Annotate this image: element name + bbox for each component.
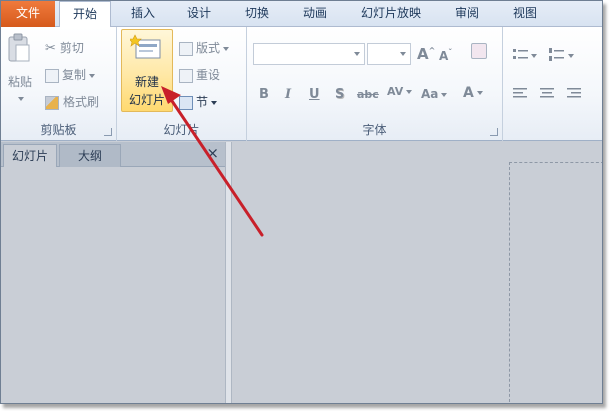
tab-home[interactable]: 开始 xyxy=(59,1,111,28)
font-color-label: A xyxy=(463,85,474,101)
layout-icon xyxy=(179,41,193,56)
layout-button[interactable]: 版式 xyxy=(179,39,230,56)
font-color-button[interactable]: A xyxy=(463,85,483,101)
paragraph-group xyxy=(503,27,602,141)
align-right-icon[interactable] xyxy=(565,87,581,101)
close-pane-icon[interactable]: × xyxy=(206,146,219,161)
cut-label: 剪切 xyxy=(59,41,84,55)
ribbon: 粘贴 ✂ 剪切 复制 格式刷 剪贴板 新建 幻灯片 版式 重设 节 幻灯片 A^… xyxy=(1,27,602,141)
section-button[interactable]: 节 xyxy=(179,93,218,110)
slides-group: 新建 幻灯片 版式 重设 节 幻灯片 xyxy=(117,27,247,141)
clipboard-group-label: 剪贴板 xyxy=(40,123,77,137)
font-group-label: 字体 xyxy=(362,123,387,137)
format-painter-label: 格式刷 xyxy=(63,95,100,109)
ribbon-tab-bar: 文件 开始 插入 设计 切换 动画 幻灯片放映 审阅 视图 xyxy=(1,1,602,28)
section-icon xyxy=(179,95,193,110)
paste-button[interactable]: 粘贴 xyxy=(5,33,33,105)
format-painter-icon xyxy=(45,95,59,110)
align-left-icon[interactable] xyxy=(513,87,529,101)
numbering-icon[interactable] xyxy=(549,47,575,63)
font-dialog-launcher[interactable] xyxy=(490,128,498,136)
character-spacing-label: AV xyxy=(387,85,404,98)
tab-transitions[interactable]: 切换 xyxy=(235,1,279,27)
clear-format-icon xyxy=(471,43,487,59)
font-name-dropdown[interactable] xyxy=(253,43,365,65)
bold-button[interactable]: B xyxy=(259,87,269,102)
new-slide-button[interactable]: 新建 幻灯片 xyxy=(121,29,173,112)
change-case-button[interactable]: Aa xyxy=(421,87,448,101)
cut-icon: ✂ xyxy=(45,41,56,56)
reset-label: 重设 xyxy=(196,68,221,82)
tab-review[interactable]: 审阅 xyxy=(445,1,489,27)
italic-button[interactable]: I xyxy=(285,87,291,102)
powerpoint-window: 文件 开始 插入 设计 切换 动画 幻灯片放映 审阅 视图 粘贴 ✂ 剪切 复制… xyxy=(0,0,603,404)
paste-label: 粘贴 xyxy=(7,75,32,89)
align-center-icon[interactable] xyxy=(539,87,555,101)
slides-group-label: 幻灯片 xyxy=(163,123,200,137)
section-label: 节 xyxy=(196,95,209,109)
format-painter-button[interactable]: 格式刷 xyxy=(45,93,99,110)
clear-format-button[interactable] xyxy=(471,43,487,59)
tab-animations[interactable]: 动画 xyxy=(293,1,337,27)
cut-button[interactable]: ✂ 剪切 xyxy=(45,39,84,56)
tab-slideshow[interactable]: 幻灯片放映 xyxy=(351,1,431,27)
paste-dropdown-caret[interactable] xyxy=(15,91,24,105)
tab-file[interactable]: 文件 xyxy=(1,1,55,27)
font-size-dropdown[interactable] xyxy=(367,43,411,65)
copy-icon xyxy=(45,68,59,83)
strikethrough-button[interactable]: abc xyxy=(357,88,379,101)
layout-label: 版式 xyxy=(196,41,221,55)
tab-outline-pane[interactable]: 大纲 xyxy=(59,144,121,167)
bullets-icon[interactable] xyxy=(513,47,537,63)
reset-icon xyxy=(179,68,193,83)
tab-view[interactable]: 视图 xyxy=(503,1,547,27)
shrink-font-label: A xyxy=(439,49,449,63)
clipboard-group: 粘贴 ✂ 剪切 复制 格式刷 剪贴板 xyxy=(1,27,117,141)
new-slide-label-line1: 新建 xyxy=(134,75,159,89)
reset-button[interactable]: 重设 xyxy=(179,66,220,83)
slide-placeholder-edge xyxy=(509,162,602,403)
tab-insert[interactable]: 插入 xyxy=(121,1,165,27)
shrink-font-button[interactable]: Aˇ xyxy=(439,48,452,63)
new-slide-icon xyxy=(130,34,161,59)
pane-tab-strip: 幻灯片 大纲 × xyxy=(1,142,225,167)
copy-label: 复制 xyxy=(62,68,87,82)
font-group: A^ Aˇ B I U S abc AV Aa A 字体 xyxy=(247,27,503,141)
tab-slides-pane[interactable]: 幻灯片 xyxy=(3,144,57,167)
character-spacing-button[interactable]: AV xyxy=(387,85,413,98)
shadow-button[interactable]: S xyxy=(335,87,344,102)
paste-icon xyxy=(8,33,30,62)
change-case-label: Aa xyxy=(421,87,439,101)
grow-font-button[interactable]: A^ xyxy=(417,45,435,63)
copy-button[interactable]: 复制 xyxy=(45,66,96,83)
new-slide-label-line2: 幻灯片 xyxy=(128,93,165,107)
tab-design[interactable]: 设计 xyxy=(177,1,221,27)
grow-font-label: A xyxy=(417,45,429,63)
slide-editing-area[interactable] xyxy=(232,142,602,403)
pane-splitter[interactable] xyxy=(225,142,232,403)
clipboard-dialog-launcher[interactable] xyxy=(104,128,112,136)
slides-outline-pane: 幻灯片 大纲 × xyxy=(1,142,225,403)
underline-button[interactable]: U xyxy=(309,87,320,102)
